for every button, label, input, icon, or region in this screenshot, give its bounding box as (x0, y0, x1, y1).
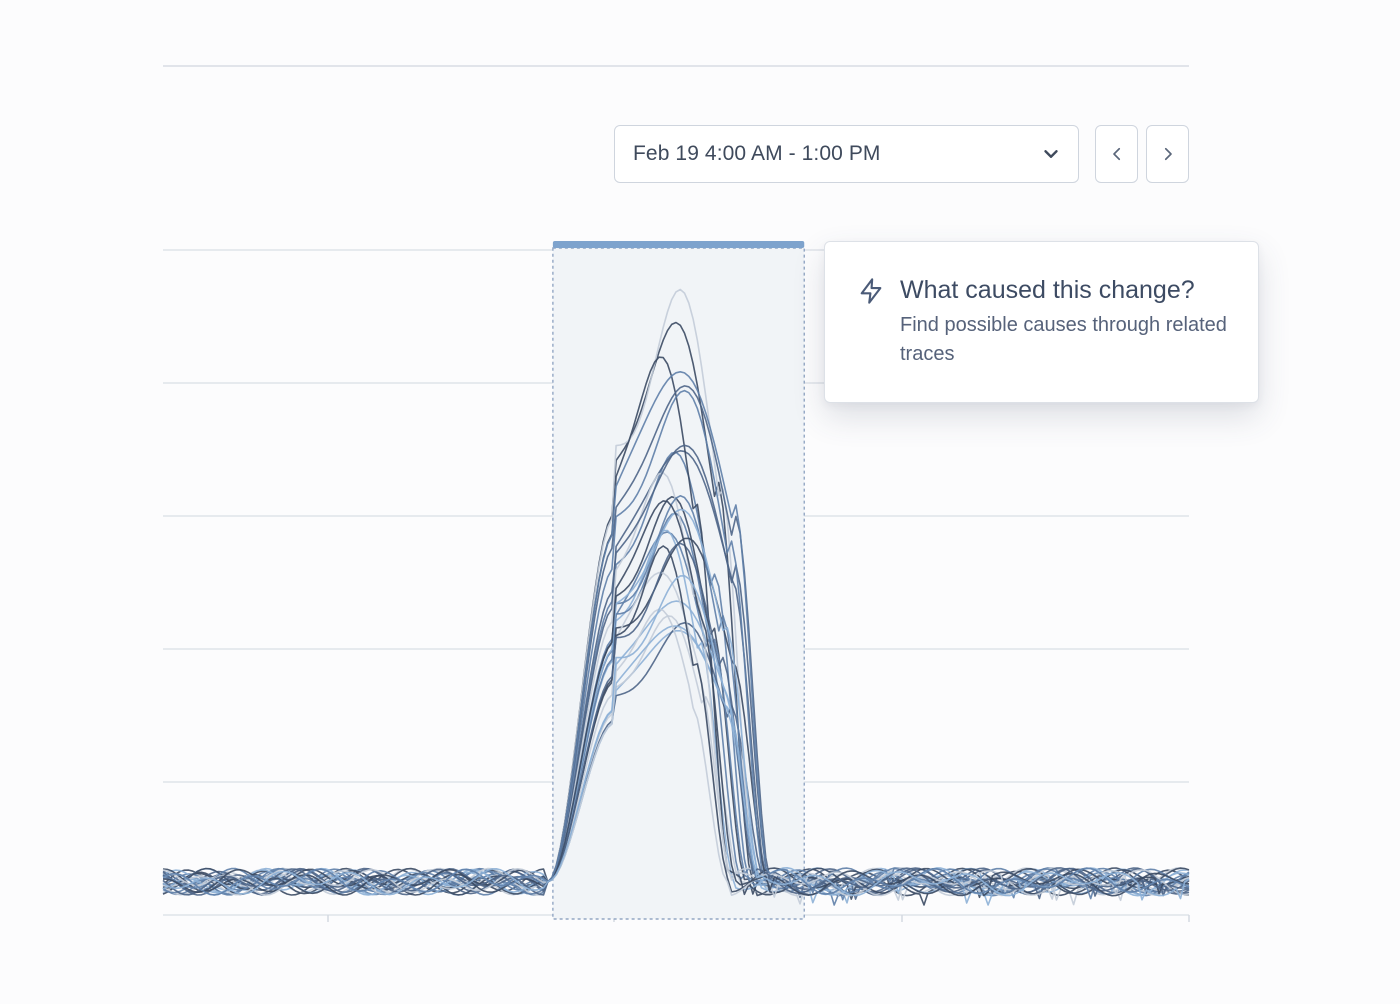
selection-handle-bar (552, 241, 805, 248)
change-insight-popover[interactable]: What caused this change? Find possible c… (824, 241, 1259, 403)
insight-title: What caused this change? (900, 276, 1195, 304)
insight-description: Find possible causes through related tra… (900, 314, 1227, 365)
lightning-bolt-icon (860, 278, 882, 304)
metrics-chart[interactable] (0, 0, 1400, 1004)
